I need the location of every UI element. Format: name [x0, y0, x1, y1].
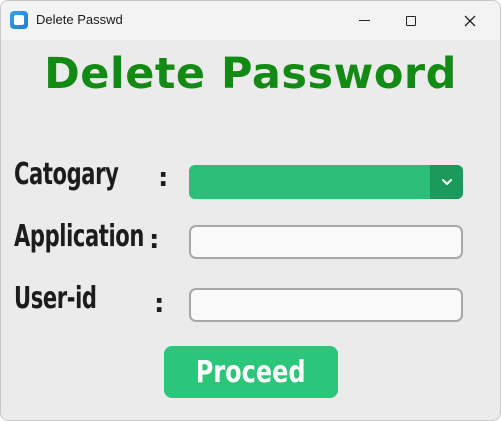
- user-id-colon: :: [154, 289, 165, 319]
- application-input[interactable]: [189, 225, 463, 259]
- window-title: Delete Passwd: [36, 12, 123, 27]
- proceed-button-label: Proceed: [196, 354, 306, 390]
- app-icon: [10, 11, 28, 29]
- category-colon: :: [158, 163, 169, 193]
- category-dropdown[interactable]: [189, 165, 463, 199]
- user-id-label: User-id: [14, 281, 97, 316]
- close-button[interactable]: [447, 1, 493, 40]
- title-bar[interactable]: Delete Passwd: [1, 1, 500, 40]
- user-id-input[interactable]: [189, 288, 463, 322]
- maximize-button[interactable]: [388, 1, 434, 40]
- minimize-button[interactable]: [341, 1, 387, 40]
- page-title: Delete Password: [44, 49, 457, 99]
- category-label: Catogary: [14, 157, 119, 192]
- chevron-down-icon: [441, 179, 452, 185]
- maximize-icon: [406, 15, 416, 26]
- application-colon: :: [149, 225, 160, 255]
- application-label: Application: [14, 219, 144, 254]
- app-window: Delete Passwd Delete Password Catogary :…: [0, 0, 501, 421]
- dropdown-arrow-button[interactable]: [430, 165, 463, 199]
- proceed-button[interactable]: Proceed: [164, 346, 338, 398]
- minimize-icon: [358, 20, 370, 21]
- close-icon: [464, 15, 476, 26]
